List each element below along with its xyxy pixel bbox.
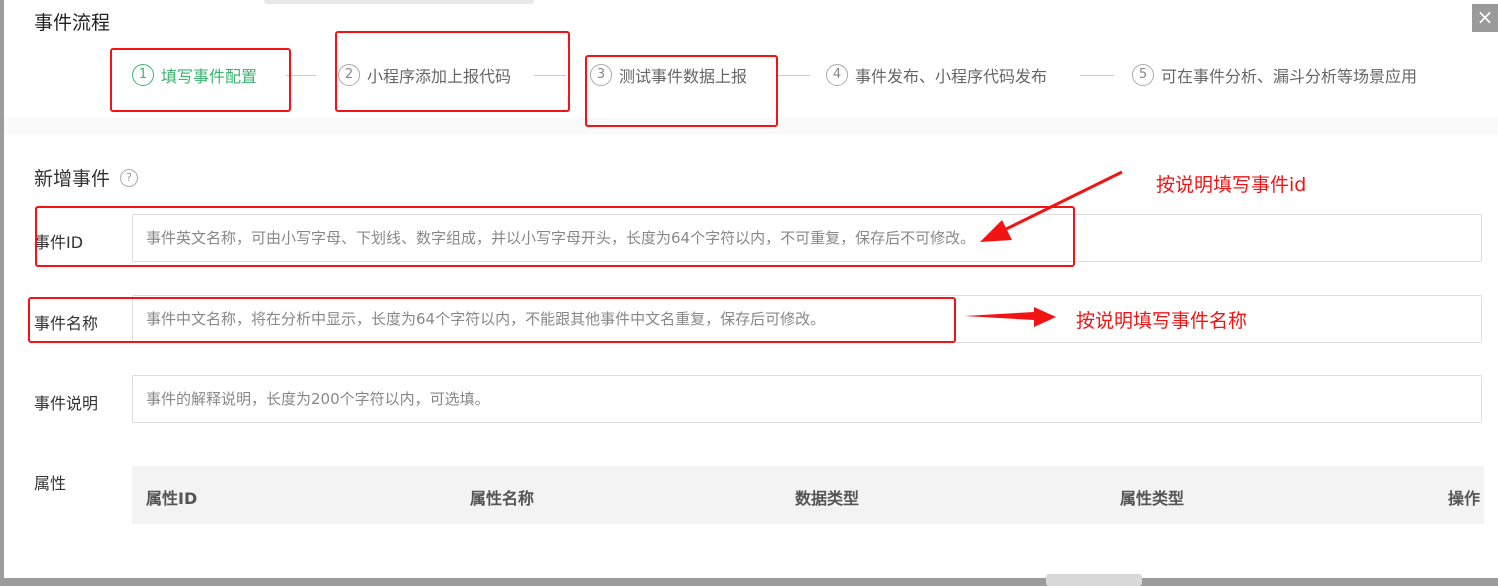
annotation-id-note: 按说明填写事件id (1156, 174, 1307, 196)
annotation-name-note: 按说明填写事件名称 (1076, 310, 1248, 332)
arrow-icon (964, 307, 1056, 327)
event-flow-dialog: 事件流程 × 1 填写事件配置 2 小程序添加上报代码 3 测试事件数据上报 4… (4, 0, 1498, 578)
arrow-icon (980, 170, 1123, 242)
annotation-arrows (964, 170, 1123, 327)
background-tag (1046, 574, 1142, 586)
